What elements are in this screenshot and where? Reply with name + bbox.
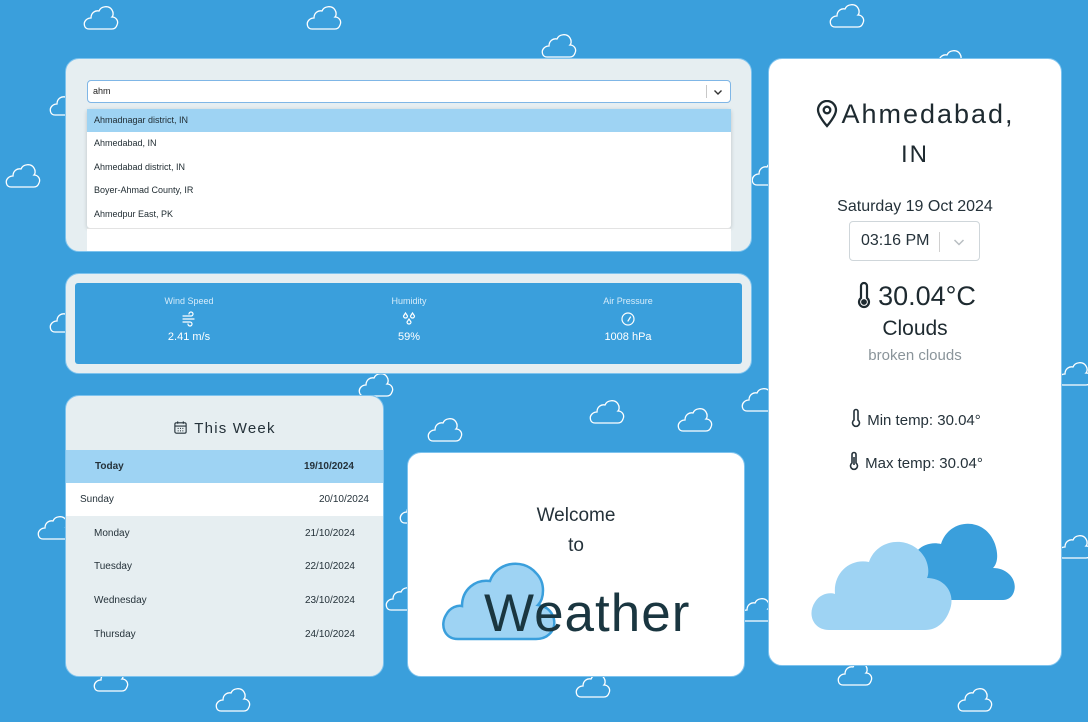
background-cloud-icon xyxy=(676,406,714,434)
select-separator xyxy=(706,85,707,98)
week-day-date: 19/10/2024 xyxy=(303,461,354,472)
week-day-row-tuesday[interactable]: Tuesday 22/10/2024 xyxy=(66,550,383,583)
welcome-to-text: to xyxy=(568,535,584,556)
week-day-date: 24/10/2024 xyxy=(304,629,355,640)
week-day-name: Monday xyxy=(94,528,130,539)
week-day-name: Tuesday xyxy=(94,561,132,572)
suggestion-option[interactable]: Boyer-Ahmad County, IR xyxy=(87,179,731,202)
air-pressure-value: 1008 hPa xyxy=(604,331,652,343)
humidity-label: Humidity xyxy=(391,296,427,306)
air-pressure-stat: Air Pressure 1008 hPa xyxy=(528,283,728,343)
calendar-icon xyxy=(173,420,188,435)
week-day-row-wednesday[interactable]: Wednesday 23/10/2024 xyxy=(66,584,383,617)
chevron-down-icon[interactable] xyxy=(711,84,725,98)
week-heading: This Week xyxy=(66,420,383,437)
welcome-text: Welcome xyxy=(536,505,616,526)
weather-condition: Clouds xyxy=(882,317,948,340)
city-name: Ahmedabad, xyxy=(769,99,1061,130)
background-cloud-icon xyxy=(305,4,343,32)
max-temperature: Max temp: 30.04° xyxy=(769,451,1061,472)
week-title-text: This Week xyxy=(194,420,276,437)
week-day-row-today[interactable]: Today 19/10/2024 xyxy=(66,450,383,483)
background-cloud-icon xyxy=(82,4,120,32)
city-search-select[interactable] xyxy=(87,80,731,103)
wind-icon xyxy=(181,311,197,327)
weather-stats-panel: Wind Speed 2.41 m/s Humidity 59% Air Pre… xyxy=(65,273,752,374)
humidity-stat: Humidity 59% xyxy=(309,283,509,343)
background-cloud-icon xyxy=(540,32,578,60)
week-day-name: Today xyxy=(95,461,124,472)
background-cloud-icon xyxy=(588,398,626,426)
week-day-date: 20/10/2024 xyxy=(318,494,369,505)
min-temperature-text: Min temp: 30.04° xyxy=(867,412,981,429)
welcome-panel: Welcome to Weather xyxy=(407,452,745,677)
background-cloud-icon xyxy=(828,2,866,30)
time-value: 03:16 PM xyxy=(861,232,930,249)
week-day-name: Thursday xyxy=(94,629,136,640)
search-panel-footer xyxy=(87,228,731,251)
wind-speed-value: 2.41 m/s xyxy=(167,331,211,343)
search-panel: Ahmadnagar district, IN Ahmedabad, IN Ah… xyxy=(65,58,752,252)
current-temperature: 30.04°C xyxy=(769,281,1061,312)
current-date: Saturday 19 Oct 2024 xyxy=(837,198,993,215)
chevron-down-icon[interactable] xyxy=(951,234,967,250)
humidity-value: 59% xyxy=(397,331,421,343)
suggestion-dropdown: Ahmadnagar district, IN Ahmedabad, IN Ah… xyxy=(87,109,731,228)
current-weather-panel: Ahmedabad, IN Saturday 19 Oct 2024 03:16… xyxy=(768,58,1062,666)
time-select[interactable]: 03:16 PM xyxy=(849,221,980,261)
week-day-row-sunday[interactable]: Sunday 20/10/2024 xyxy=(66,483,383,516)
week-day-date: 23/10/2024 xyxy=(304,595,355,606)
max-temperature-text: Max temp: 30.04° xyxy=(865,455,983,472)
weather-stats-bar: Wind Speed 2.41 m/s Humidity 59% Air Pre… xyxy=(75,283,742,364)
week-day-row-monday[interactable]: Monday 21/10/2024 xyxy=(66,517,383,550)
week-day-date: 21/10/2024 xyxy=(304,528,355,539)
wind-speed-label: Wind Speed xyxy=(164,296,214,306)
humidity-icon xyxy=(401,311,417,327)
air-pressure-label: Air Pressure xyxy=(603,296,653,306)
wind-speed-stat: Wind Speed 2.41 m/s xyxy=(89,283,289,343)
select-separator xyxy=(939,232,940,252)
background-cloud-icon xyxy=(426,416,464,444)
week-day-row-thursday[interactable]: Thursday 24/10/2024 xyxy=(66,618,383,651)
suggestion-option[interactable]: Ahmedpur East, PK xyxy=(87,203,731,226)
city-name-text: Ahmedabad, xyxy=(841,99,1015,129)
background-cloud-icon xyxy=(4,162,42,190)
week-day-name: Sunday xyxy=(80,494,114,505)
background-cloud-icon xyxy=(956,686,994,714)
week-day-name: Wednesday xyxy=(94,595,147,606)
thermometer-icon xyxy=(854,281,874,309)
weather-description: broken clouds xyxy=(868,347,962,364)
weather-clouds-icon xyxy=(807,514,1022,636)
background-cloud-icon xyxy=(214,686,252,714)
temperature-value: 30.04°C xyxy=(878,281,976,311)
weekly-forecast-panel: This Week Today 19/10/2024 Sunday 20/10/… xyxy=(65,395,384,677)
gauge-icon xyxy=(620,311,636,327)
week-day-date: 22/10/2024 xyxy=(304,561,355,572)
thermometer-icon xyxy=(847,451,861,471)
thermometer-icon xyxy=(849,408,863,428)
min-temperature: Min temp: 30.04° xyxy=(769,408,1061,429)
suggestion-option[interactable]: Ahmadnagar district, IN xyxy=(87,109,731,133)
search-input[interactable] xyxy=(93,81,693,101)
location-pin-icon xyxy=(815,100,839,128)
country-code: IN xyxy=(901,141,929,168)
suggestion-option[interactable]: Ahmedabad district, IN xyxy=(87,156,731,179)
suggestion-option[interactable]: Ahmedabad, IN xyxy=(87,132,731,155)
brand-wordmark: Weather xyxy=(484,584,691,643)
